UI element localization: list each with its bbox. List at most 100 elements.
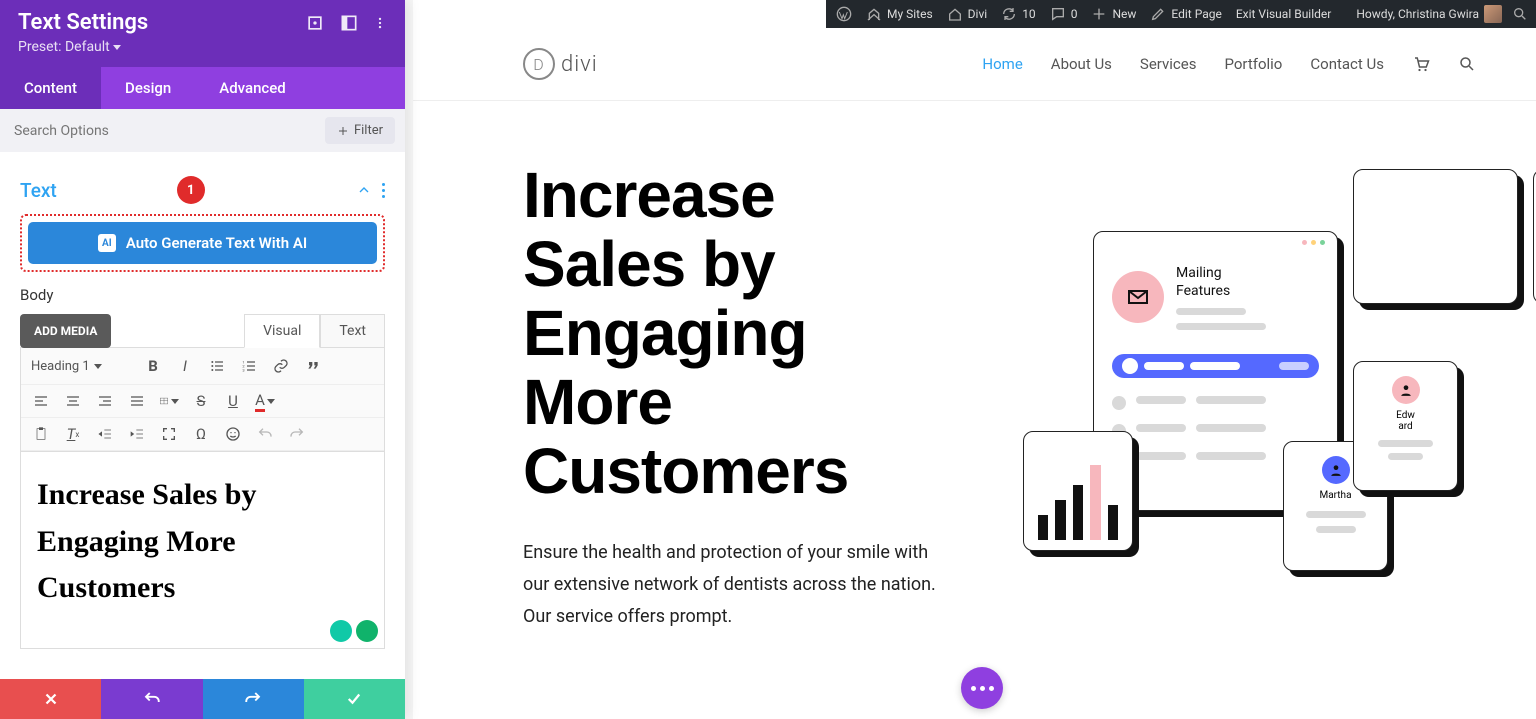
- search-input[interactable]: [14, 123, 325, 139]
- link-button[interactable]: [271, 356, 291, 376]
- new-link[interactable]: New: [1091, 6, 1136, 22]
- specialchar-button[interactable]: Ω: [191, 424, 211, 444]
- format-select-label: Heading 1: [31, 359, 90, 374]
- updates-link[interactable]: 10: [1001, 6, 1036, 22]
- caret-down-icon: [94, 364, 102, 369]
- plus-icon: [337, 125, 349, 137]
- nav-contact[interactable]: Contact Us: [1310, 55, 1384, 73]
- exit-vb-label: Exit Visual Builder: [1236, 7, 1332, 21]
- cart-icon[interactable]: [1412, 55, 1430, 73]
- mailing-label-2: Features: [1176, 282, 1266, 300]
- align-right-button[interactable]: [95, 391, 115, 411]
- panel-tabs: Content Design Advanced: [0, 67, 405, 109]
- hero-paragraph[interactable]: Ensure the health and protection of your…: [523, 537, 953, 634]
- wp-logo[interactable]: [836, 6, 852, 22]
- ul-button[interactable]: [207, 356, 227, 376]
- new-label: New: [1112, 7, 1136, 21]
- panel-title: Text Settings: [18, 10, 291, 35]
- format-select[interactable]: Heading 1: [31, 354, 131, 378]
- site-header: D divi Home About Us Services Portfolio …: [413, 28, 1536, 101]
- redo-button[interactable]: [287, 424, 307, 444]
- preset-selector[interactable]: Preset: Default: [18, 39, 387, 55]
- filter-label: Filter: [354, 123, 383, 138]
- editor-tab-text[interactable]: Text: [320, 314, 385, 348]
- fullscreen-button[interactable]: [159, 424, 179, 444]
- edit-page-link[interactable]: Edit Page: [1150, 6, 1221, 22]
- section-more-icon[interactable]: [382, 183, 385, 198]
- filter-button[interactable]: Filter: [325, 117, 395, 144]
- nav-home[interactable]: Home: [982, 55, 1022, 73]
- list-ul-icon: [209, 358, 225, 374]
- site-link[interactable]: Divi: [947, 6, 988, 22]
- wordpress-icon: [836, 6, 852, 22]
- updates-count: 10: [1022, 7, 1036, 21]
- table-button[interactable]: [159, 391, 179, 411]
- site-logo[interactable]: D divi: [523, 48, 598, 80]
- my-sites-link[interactable]: My Sites: [866, 6, 933, 22]
- top-search[interactable]: [1512, 6, 1528, 22]
- fullscreen-icon: [161, 426, 177, 442]
- add-media-button[interactable]: ADD MEDIA: [20, 314, 111, 348]
- expand-icon[interactable]: [305, 13, 325, 33]
- bold-button[interactable]: B: [143, 356, 163, 376]
- ai-generate-button[interactable]: AI Auto Generate Text With AI: [28, 222, 377, 264]
- grammarly-icon[interactable]: [356, 620, 378, 642]
- save-button[interactable]: [304, 679, 405, 719]
- undo-footer-button[interactable]: [101, 679, 202, 719]
- comment-icon: [1050, 6, 1066, 22]
- strike-button[interactable]: S: [191, 391, 211, 411]
- undo-button[interactable]: [255, 424, 275, 444]
- tinymce-editor[interactable]: Increase Sales by Engaging More Customer…: [20, 451, 385, 649]
- indent-button[interactable]: [127, 424, 147, 444]
- align-justify-icon: [129, 393, 145, 409]
- italic-button[interactable]: I: [175, 356, 195, 376]
- logo-icon: D: [523, 48, 555, 80]
- nav-portfolio[interactable]: Portfolio: [1224, 55, 1282, 73]
- search-icon[interactable]: [1458, 55, 1476, 73]
- list-ol-icon: 123: [241, 358, 257, 374]
- preset-label: Preset: Default: [18, 39, 110, 55]
- hero-illustration: Mailing Features Martha: [953, 161, 1536, 634]
- dock-icon[interactable]: [339, 13, 359, 33]
- hero-heading[interactable]: Increase Sales by Engaging More Customer…: [523, 161, 953, 507]
- divi-fab-button[interactable]: [961, 667, 1003, 709]
- table-icon: [159, 393, 169, 409]
- section-header[interactable]: Text 1: [20, 176, 385, 204]
- tab-content[interactable]: Content: [0, 67, 101, 109]
- nav-about[interactable]: About Us: [1051, 55, 1112, 73]
- mailing-label-1: Mailing: [1176, 264, 1266, 282]
- editor-tab-visual[interactable]: Visual: [244, 314, 320, 348]
- outdent-button[interactable]: [95, 424, 115, 444]
- nav-services[interactable]: Services: [1140, 55, 1197, 73]
- more-icon[interactable]: [373, 13, 387, 33]
- section-title: Text: [20, 179, 57, 202]
- emoji-button[interactable]: [223, 424, 243, 444]
- align-left-button[interactable]: [31, 391, 51, 411]
- edward-label-1: Edw: [1364, 410, 1447, 421]
- chevron-up-icon[interactable]: [356, 182, 372, 198]
- textcolor-button[interactable]: A: [255, 391, 275, 411]
- redo-footer-button[interactable]: [203, 679, 304, 719]
- underline-button[interactable]: U: [223, 391, 243, 411]
- howdy-link[interactable]: Howdy, Christina Gwira: [1356, 5, 1502, 23]
- align-justify-button[interactable]: [127, 391, 147, 411]
- tab-advanced[interactable]: Advanced: [195, 67, 309, 109]
- paste-button[interactable]: [31, 424, 51, 444]
- editor-content: Increase Sales by Engaging More Customer…: [37, 472, 368, 612]
- ol-button[interactable]: 123: [239, 356, 259, 376]
- close-button[interactable]: [0, 679, 101, 719]
- tab-design[interactable]: Design: [101, 67, 195, 109]
- clear-format-button[interactable]: Tx: [63, 424, 83, 444]
- align-center-button[interactable]: [63, 391, 83, 411]
- comments-link[interactable]: 0: [1050, 6, 1078, 22]
- ai-icon: AI: [98, 234, 116, 252]
- search-row: Filter: [0, 109, 405, 152]
- illus-blank-card-1: [1353, 169, 1518, 304]
- exit-vb-link[interactable]: Exit Visual Builder: [1236, 7, 1332, 21]
- howdy-label: Howdy, Christina Gwira: [1356, 7, 1479, 21]
- quote-button[interactable]: [303, 356, 323, 376]
- close-icon: [42, 690, 60, 708]
- editor-mode-tabs: Visual Text: [244, 314, 385, 348]
- badge-1-icon[interactable]: [330, 620, 352, 642]
- search-icon: [1512, 6, 1528, 22]
